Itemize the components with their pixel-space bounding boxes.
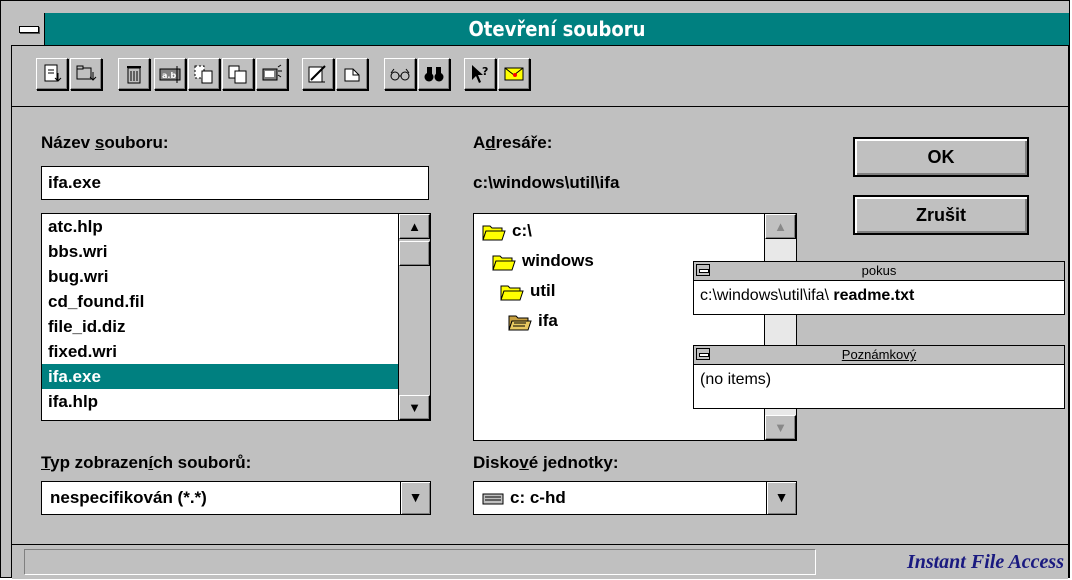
- poznamkovy-content: (no items): [700, 371, 772, 388]
- file-list[interactable]: atc.hlp bbs.wri bug.wri cd_found.fil file_id…: [41, 213, 431, 421]
- ok-button[interactable]: OK: [853, 137, 1029, 177]
- file-list-item[interactable]: bug.wri: [42, 264, 430, 289]
- scroll-up-icon[interactable]: ▲: [765, 214, 796, 239]
- pokus-content: c:\windows\util\ifa\ readme.txt: [700, 287, 915, 304]
- file-list-scrollbar[interactable]: ▲ ▼: [398, 214, 430, 420]
- file-name-label: Název souboru:: [41, 133, 169, 152]
- dir-item-selected[interactable]: ifa: [508, 306, 558, 336]
- dir-item[interactable]: util: [500, 276, 556, 306]
- open-folder-icon: [508, 315, 532, 331]
- dir-item[interactable]: windows: [492, 246, 594, 276]
- file-list-item[interactable]: ifa.exe: [42, 364, 430, 389]
- duplicate-icon[interactable]: [222, 58, 254, 90]
- drives-dropdown[interactable]: c: c-hd ▼: [473, 481, 797, 515]
- open-file-dialog: Otevření souboru a.b ? Název souboru: if…: [0, 0, 1070, 579]
- chevron-down-icon[interactable]: ▼: [400, 482, 430, 514]
- svg-text:?: ?: [482, 65, 488, 78]
- scroll-down-icon[interactable]: ▼: [765, 415, 796, 440]
- help-pointer-icon[interactable]: ?: [464, 58, 496, 90]
- print-icon[interactable]: [336, 58, 368, 90]
- system-menu-icon[interactable]: [696, 348, 710, 360]
- svg-text:a.b: a.b: [162, 71, 176, 80]
- status-text-well: [24, 549, 816, 575]
- file-list-item[interactable]: atc.hlp: [42, 214, 430, 239]
- view-glasses-icon[interactable]: [384, 58, 416, 90]
- edit-icon[interactable]: [302, 58, 334, 90]
- folder-down-icon[interactable]: [70, 58, 102, 90]
- file-list-item[interactable]: bbs.wri: [42, 239, 430, 264]
- file-list-item[interactable]: cd_found.fil: [42, 289, 430, 314]
- window-title: Otevření souboru: [468, 17, 646, 41]
- file-type-label: Typ zobrazeních souborů:: [41, 453, 252, 472]
- current-path: c:\windows\util\ifa: [473, 173, 620, 192]
- scroll-up-icon[interactable]: ▲: [399, 214, 430, 239]
- scroll-down-icon[interactable]: ▼: [399, 395, 430, 420]
- file-list-item[interactable]: file_id.diz: [42, 314, 430, 339]
- system-menu-button[interactable]: [11, 13, 45, 45]
- chevron-down-icon[interactable]: ▼: [766, 482, 796, 514]
- open-folder-icon: [482, 225, 506, 241]
- directories-label: Adresáře:: [473, 133, 553, 152]
- pokus-title-bar: pokus: [694, 262, 1064, 281]
- copy-icon[interactable]: [188, 58, 220, 90]
- cancel-button[interactable]: Zrušit: [853, 195, 1029, 235]
- poznamkovy-window[interactable]: Poznámkový (no items): [693, 345, 1065, 409]
- poznamkovy-title-bar: Poznámkový: [694, 346, 1064, 365]
- open-folder-icon: [492, 255, 516, 271]
- move-icon[interactable]: [256, 58, 288, 90]
- open-folder-icon: [500, 285, 524, 301]
- info-icon[interactable]: [498, 58, 530, 90]
- file-type-dropdown[interactable]: nespecifikován (*.*) ▼: [41, 481, 431, 515]
- rename-icon[interactable]: a.b: [154, 58, 186, 90]
- title-bar: Otevření souboru: [11, 13, 1069, 46]
- status-bar: Instant File Access: [12, 544, 1068, 579]
- hard-drive-icon: [482, 493, 504, 505]
- toolbar: a.b ?: [12, 46, 1068, 107]
- file-list-item[interactable]: ifa.hlp: [42, 389, 430, 414]
- dir-item[interactable]: c:\: [482, 216, 532, 246]
- file-name-input[interactable]: ifa.exe: [41, 166, 429, 200]
- pokus-window[interactable]: pokus c:\windows\util\ifa\ readme.txt: [693, 261, 1065, 315]
- new-file-icon[interactable]: [36, 58, 68, 90]
- drives-label: Diskové jednotky:: [473, 453, 619, 472]
- brand-label: Instant File Access: [906, 551, 1064, 573]
- file-list-item[interactable]: fixed.wri: [42, 339, 430, 364]
- find-binoculars-icon[interactable]: [418, 58, 450, 90]
- system-menu-icon[interactable]: [696, 264, 710, 276]
- scroll-thumb[interactable]: [399, 241, 430, 266]
- trash-icon[interactable]: [118, 58, 150, 90]
